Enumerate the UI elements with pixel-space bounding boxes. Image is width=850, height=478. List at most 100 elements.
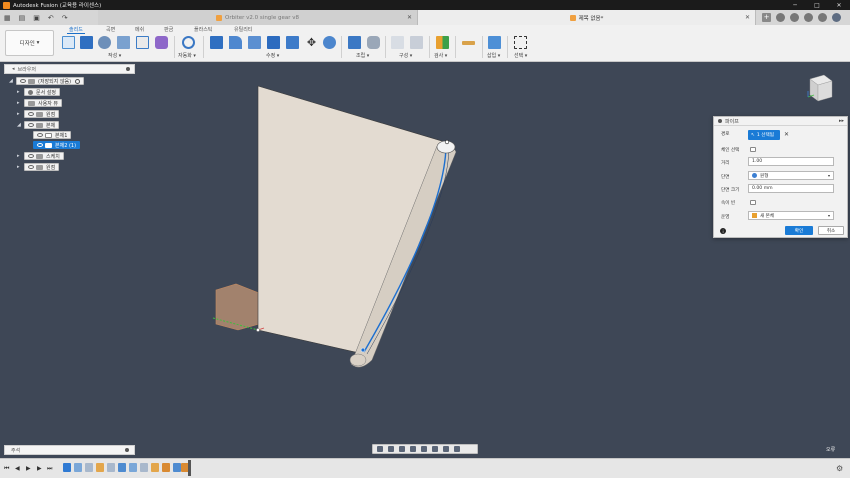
path-selection-button[interactable]: ↖ 1 선택됨 <box>748 130 780 140</box>
workspace-switcher[interactable]: 디자인 ▾ <box>5 30 54 56</box>
maximize-button[interactable]: □ <box>806 0 828 10</box>
chain-selection-checkbox[interactable] <box>750 147 756 152</box>
timeline-feature[interactable] <box>151 463 159 472</box>
timeline-feature-sketch[interactable] <box>63 463 71 472</box>
pattern-icon[interactable] <box>136 36 149 49</box>
cancel-button[interactable]: 취소 <box>818 226 844 235</box>
inspect-group-label[interactable]: 검사 ▾ <box>434 52 447 59</box>
go-to-end-icon[interactable]: ⏭ <box>47 465 52 473</box>
grid-settings-icon[interactable] <box>443 446 449 452</box>
select-icon[interactable] <box>514 36 527 49</box>
construct-group-label[interactable]: 구성 ▾ <box>399 52 412 59</box>
timeline-feature[interactable] <box>129 463 137 472</box>
go-to-start-icon[interactable]: ⏮ <box>4 465 9 473</box>
automate-group-label[interactable]: 자동화 ▾ <box>178 52 196 59</box>
joint-icon[interactable] <box>367 36 380 49</box>
orbit-icon[interactable] <box>377 446 383 452</box>
timeline-feature[interactable] <box>74 463 82 472</box>
automate-icon[interactable] <box>182 36 195 49</box>
job-status-icon[interactable] <box>790 13 799 22</box>
extrude-icon[interactable] <box>80 36 93 49</box>
tab-solid[interactable]: 솔리드 <box>67 26 85 34</box>
view-cube[interactable] <box>806 73 834 103</box>
timeline-feature[interactable] <box>96 463 104 472</box>
display-settings-icon[interactable] <box>432 446 438 452</box>
combine-icon[interactable] <box>286 36 299 49</box>
app-grid-icon[interactable]: ▦ <box>4 14 11 22</box>
minimize-button[interactable]: ─ <box>784 0 806 10</box>
distance-field[interactable]: 1.00 <box>748 157 834 166</box>
tab-orbiter-document[interactable]: Orbiter v2.0 single gear v8 ✕ <box>98 10 418 25</box>
play-icon[interactable]: ▶ <box>26 465 31 472</box>
operation-dropdown[interactable]: 새 본체 ▾ <box>748 211 834 220</box>
fit-icon[interactable] <box>421 446 427 452</box>
pan-icon[interactable] <box>399 446 405 452</box>
zoom-icon[interactable] <box>410 446 416 452</box>
origin-point[interactable] <box>256 328 260 332</box>
form-icon[interactable] <box>155 36 168 49</box>
timeline-feature[interactable] <box>162 463 170 472</box>
press-pull-icon[interactable] <box>210 36 223 49</box>
scale-icon[interactable] <box>323 36 336 49</box>
timeline-feature[interactable] <box>118 463 126 472</box>
offset-plane-icon[interactable] <box>391 36 404 49</box>
measure-icon[interactable] <box>436 36 449 49</box>
notifications-icon[interactable] <box>804 13 813 22</box>
modify-group-label[interactable]: 수정 ▾ <box>266 52 279 59</box>
clear-selection-icon[interactable]: ✕ <box>784 131 789 138</box>
tab-sheet-metal[interactable]: 판금 <box>162 26 175 33</box>
chamfer-icon[interactable] <box>248 36 261 49</box>
revolve-icon[interactable] <box>98 36 111 49</box>
tab-plastic[interactable]: 플라스틱 <box>192 26 214 33</box>
tab-mesh[interactable]: 메쉬 <box>133 26 146 33</box>
expand-dialog-icon[interactable]: ▸▸ <box>839 118 844 124</box>
create-group-label[interactable]: 작성 ▾ <box>108 52 121 59</box>
file-menu-icon[interactable]: ▤ <box>19 14 26 22</box>
extensions-icon[interactable] <box>776 13 785 22</box>
look-at-icon[interactable] <box>388 446 394 452</box>
pipe-end-cap-bottom[interactable] <box>349 353 367 367</box>
create-sketch-icon[interactable] <box>62 36 75 49</box>
add-comment-icon[interactable] <box>125 448 129 452</box>
tab-surface[interactable]: 곡면 <box>104 26 117 33</box>
step-forward-icon[interactable]: ▶ <box>37 465 42 472</box>
insert-group-label[interactable]: 삽입 ▾ <box>487 52 500 59</box>
path-startpoint-marker[interactable] <box>444 139 450 145</box>
shell-icon[interactable] <box>267 36 280 49</box>
gear-icon[interactable]: ⚙ <box>836 464 843 473</box>
move-copy-icon[interactable]: ✥ <box>305 36 318 49</box>
close-window-button[interactable]: ✕ <box>828 0 850 10</box>
section-dropdown[interactable]: 원형 ▾ <box>748 171 834 180</box>
timeline-feature[interactable] <box>85 463 93 472</box>
tab-untitled-document[interactable]: 제목 없음* ✕ <box>418 10 756 25</box>
new-tab-icon[interactable]: + <box>762 13 771 22</box>
timeline-marker[interactable] <box>188 460 191 476</box>
insert-image-icon[interactable] <box>488 36 501 49</box>
ok-button[interactable]: 확인 <box>785 226 813 235</box>
info-icon[interactable]: i <box>720 228 726 234</box>
redo-icon[interactable]: ↷ <box>62 14 68 22</box>
fillet-icon[interactable] <box>229 36 242 49</box>
hole-icon[interactable] <box>117 36 130 49</box>
comments-panel[interactable]: 주석 <box>4 445 135 455</box>
axis-icon[interactable] <box>410 36 423 49</box>
help-icon[interactable] <box>818 13 827 22</box>
sketch-profile[interactable] <box>215 283 260 331</box>
error-status[interactable]: 오류 <box>826 446 835 453</box>
collapse-icon[interactable] <box>718 119 722 123</box>
hollow-checkbox[interactable] <box>750 200 756 205</box>
step-back-icon[interactable]: ◀ <box>15 465 20 472</box>
tab-utilities[interactable]: 유틸리티 <box>232 26 254 33</box>
assemble-group-label[interactable]: 조립 ▾ <box>356 52 369 59</box>
close-tab-icon[interactable]: ✕ <box>407 14 412 21</box>
new-component-icon[interactable] <box>348 36 361 49</box>
section-size-field[interactable]: 0.00 mm <box>748 184 834 193</box>
path-endpoint-marker[interactable] <box>360 347 366 353</box>
timeline-feature[interactable] <box>140 463 148 472</box>
save-icon[interactable]: ▣ <box>33 14 40 22</box>
avatar[interactable] <box>832 13 841 22</box>
dialog-header[interactable]: 파이프 ▸▸ <box>714 117 847 126</box>
viewports-icon[interactable] <box>454 446 460 452</box>
timeline-feature[interactable] <box>173 463 181 472</box>
select-group-label[interactable]: 선택 ▾ <box>514 52 527 59</box>
